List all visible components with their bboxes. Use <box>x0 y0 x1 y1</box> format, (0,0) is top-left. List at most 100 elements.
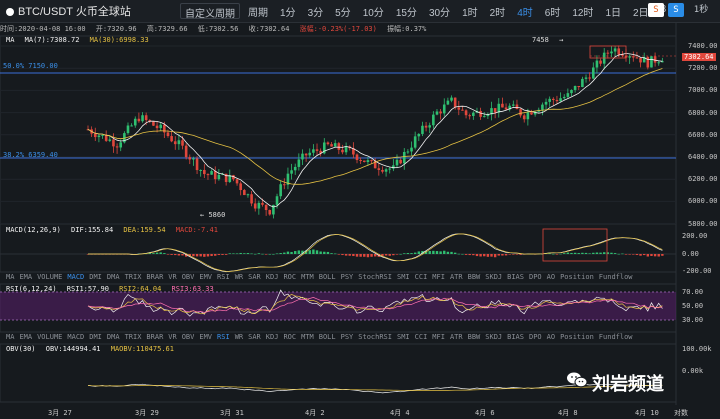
indicator-tab-wr[interactable]: WR <box>235 273 243 284</box>
indicator-tab-emv[interactable]: EMV <box>199 273 212 284</box>
candle-body <box>581 78 584 88</box>
indicator-tab-mtm[interactable]: MTM <box>301 273 314 284</box>
macd-dea-line <box>88 233 663 272</box>
indicator-tab-ao[interactable]: AO <box>547 273 555 284</box>
indicator-tab-rsi[interactable]: RSI <box>217 333 230 344</box>
indicator-tab-mtm[interactable]: MTM <box>301 333 314 344</box>
log-scale-toggle[interactable]: 对数 <box>674 408 688 418</box>
indicator-tab-dmi[interactable]: DMI <box>89 273 102 284</box>
indicator-tab-sar[interactable]: SAR <box>248 333 261 344</box>
indicator-tab-psy[interactable]: PSY <box>341 273 354 284</box>
indicator-tab-obv[interactable]: OBV <box>182 333 195 344</box>
indicator-tab-position[interactable]: Position <box>560 273 594 284</box>
indicator-tab-kdj[interactable]: KDJ <box>266 333 279 344</box>
candle-body <box>330 144 333 147</box>
macd-histogram-bar <box>348 254 351 256</box>
indicator-tab-brar[interactable]: BRAR <box>146 273 163 284</box>
candle-body <box>184 145 188 158</box>
indicator-tab-stochrsi[interactable]: StochRSI <box>358 273 392 284</box>
candle-body <box>519 109 522 116</box>
indicator-tab-fundflow[interactable]: Fundflow <box>599 273 633 284</box>
indicator-tab-boll[interactable]: BOLL <box>319 333 336 344</box>
indicator-tab-volume[interactable]: VOLUME <box>37 273 62 284</box>
indicator-tab-stochrsi[interactable]: StochRSI <box>358 333 392 344</box>
rsi3-value: RSI3:63.33 <box>171 285 214 293</box>
indicator-tab-bbw[interactable]: BBW <box>468 273 481 284</box>
candle-body <box>333 143 337 147</box>
indicator-tab-dma[interactable]: DMA <box>107 333 120 344</box>
indicator-tab-roc[interactable]: ROC <box>283 333 296 344</box>
macd-histogram-bar <box>486 254 490 257</box>
indicator-tab-trix[interactable]: TRIX <box>125 333 142 344</box>
indicator-tab-macd[interactable]: MACD <box>67 273 84 284</box>
indicator-tab-dpo[interactable]: DPO <box>529 273 542 284</box>
macd-histogram-bar <box>653 254 657 257</box>
indicator-tab-vr[interactable]: VR <box>168 273 176 284</box>
indicator-tab-ma[interactable]: MA <box>6 273 14 284</box>
indicator-tab-kdj[interactable]: KDJ <box>266 273 279 284</box>
indicator-tab-position[interactable]: Position <box>560 333 594 344</box>
macd-histogram-bar <box>217 254 221 255</box>
indicator-tab-boll[interactable]: BOLL <box>319 273 336 284</box>
candle-body <box>243 190 246 196</box>
price-axis-tick: 6800.00 <box>688 108 718 117</box>
indicator-tab-mfi[interactable]: MFI <box>432 273 445 284</box>
indicator-tab-trix[interactable]: TRIX <box>125 273 142 284</box>
indicator-tab-bias[interactable]: BIAS <box>507 273 524 284</box>
candle-body <box>457 107 461 110</box>
candle-body <box>482 116 486 118</box>
indicator-tab-bias[interactable]: BIAS <box>507 333 524 344</box>
indicator-tab-volume[interactable]: VOLUME <box>37 333 62 344</box>
price-axis-tick: 6200.00 <box>688 175 718 184</box>
indicator-tab-emv[interactable]: EMV <box>199 333 212 344</box>
indicator-tab-smi[interactable]: SMI <box>397 273 410 284</box>
macd-histogram-bar <box>152 253 155 254</box>
indicator-tabs-macd: MA EMA VOLUME MACD DMI DMA TRIX BRAR VR OBV EMV RSI… <box>0 273 680 284</box>
chart-canvas[interactable] <box>0 0 720 419</box>
macd-histogram-bar <box>250 253 253 255</box>
indicator-tab-brar[interactable]: BRAR <box>146 333 163 344</box>
indicator-tab-wr[interactable]: WR <box>235 333 243 344</box>
candle-body <box>526 112 530 120</box>
macd-histogram-bar <box>363 254 366 257</box>
annotation-box-macd <box>542 228 608 262</box>
time-axis-label: 3月 31 <box>220 409 244 417</box>
indicator-tab-bbw[interactable]: BBW <box>468 333 481 344</box>
indicator-tab-roc[interactable]: ROC <box>283 273 296 284</box>
macd-histogram-bar <box>642 254 646 256</box>
indicator-tab-atr[interactable]: ATR <box>450 333 463 344</box>
candle-body <box>213 171 217 180</box>
indicator-tab-cci[interactable]: CCI <box>415 273 428 284</box>
price-axis-tick: 6600.00 <box>688 130 718 139</box>
indicator-tab-mfi[interactable]: MFI <box>432 333 445 344</box>
macd-histogram-bar <box>308 250 311 254</box>
indicator-tab-cci[interactable]: CCI <box>415 333 428 344</box>
indicator-tab-dmi[interactable]: DMI <box>89 333 102 344</box>
indicator-tab-rsi[interactable]: RSI <box>217 273 230 284</box>
macd-histogram-bar <box>232 253 235 255</box>
indicator-tab-macd[interactable]: MACD <box>67 333 84 344</box>
indicator-tab-ema[interactable]: EMA <box>19 333 32 344</box>
indicator-tab-smi[interactable]: SMI <box>397 333 410 344</box>
indicator-tab-vr[interactable]: VR <box>168 333 176 344</box>
macd-histogram-bar <box>595 252 599 254</box>
indicator-tab-ma[interactable]: MA <box>6 333 14 344</box>
candle-body <box>279 184 282 197</box>
indicator-tab-dpo[interactable]: DPO <box>529 333 542 344</box>
indicator-tab-atr[interactable]: ATR <box>450 273 463 284</box>
indicator-tab-ao[interactable]: AO <box>547 333 555 344</box>
indicator-tab-dma[interactable]: DMA <box>107 273 120 284</box>
indicator-tab-obv[interactable]: OBV <box>182 273 195 284</box>
indicator-tab-skdj[interactable]: SKDJ <box>485 333 502 344</box>
candle-body <box>341 149 344 153</box>
indicator-tab-fundflow[interactable]: Fundflow <box>599 333 633 344</box>
indicator-tab-sar[interactable]: SAR <box>248 273 261 284</box>
indicator-tab-skdj[interactable]: SKDJ <box>485 273 502 284</box>
indicator-tab-psy[interactable]: PSY <box>341 333 354 344</box>
macd-histogram-bar <box>464 254 468 255</box>
candle-body <box>591 67 595 79</box>
candle-body <box>235 179 239 184</box>
rsi1-value: RSI1:57.90 <box>66 285 109 293</box>
indicator-tab-ema[interactable]: EMA <box>19 273 32 284</box>
candle-body <box>566 93 570 97</box>
